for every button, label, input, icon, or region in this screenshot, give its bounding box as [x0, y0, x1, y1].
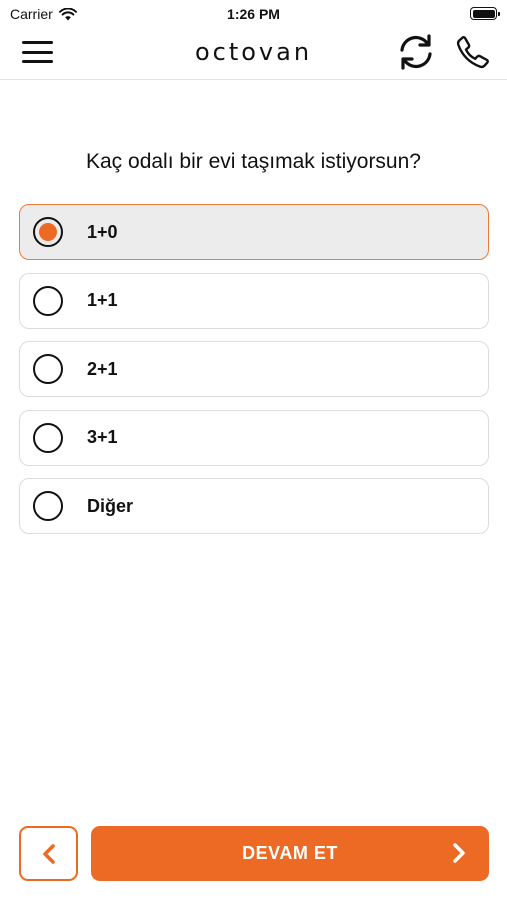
radio-unselected-icon[interactable]: [33, 491, 63, 521]
room-options-list: 1+0 1+1 2+1 3+1 Diğer: [19, 204, 489, 547]
option-label: 3+1: [87, 427, 118, 447]
chevron-left-icon: [42, 843, 55, 864]
status-bar: Carrier 1:26 PM: [0, 0, 507, 28]
question-title: Kaç odalı bir evi taşımak istiyorsun?: [86, 150, 421, 173]
option-label: 1+1: [87, 290, 118, 310]
option-3-1[interactable]: 3+1: [19, 409, 489, 466]
battery-icon: [470, 7, 500, 20]
phone-icon[interactable]: [456, 35, 490, 69]
option-label: 1+0: [87, 221, 118, 242]
option-label: Diğer: [87, 495, 134, 516]
option-1-0[interactable]: 1+0: [19, 204, 489, 260]
option-label: 2+1: [87, 358, 118, 379]
top-navigation-bar: octovan: [0, 28, 507, 80]
radio-unselected-icon[interactable]: [33, 422, 63, 453]
radio-selected-icon[interactable]: [33, 217, 63, 247]
refresh-icon[interactable]: [396, 33, 436, 71]
option-1-1[interactable]: 1+1: [19, 272, 489, 329]
option-other[interactable]: Diğer: [19, 478, 489, 534]
continue-label: DEVAM ET: [242, 843, 338, 863]
back-button[interactable]: [19, 826, 78, 881]
status-time: 1:26 PM: [227, 6, 280, 22]
continue-button[interactable]: DEVAM ET: [91, 826, 489, 881]
radio-unselected-icon[interactable]: [33, 285, 63, 316]
radio-unselected-icon[interactable]: [33, 354, 63, 384]
option-2-1[interactable]: 2+1: [19, 341, 489, 397]
chevron-right-icon: [453, 843, 465, 863]
